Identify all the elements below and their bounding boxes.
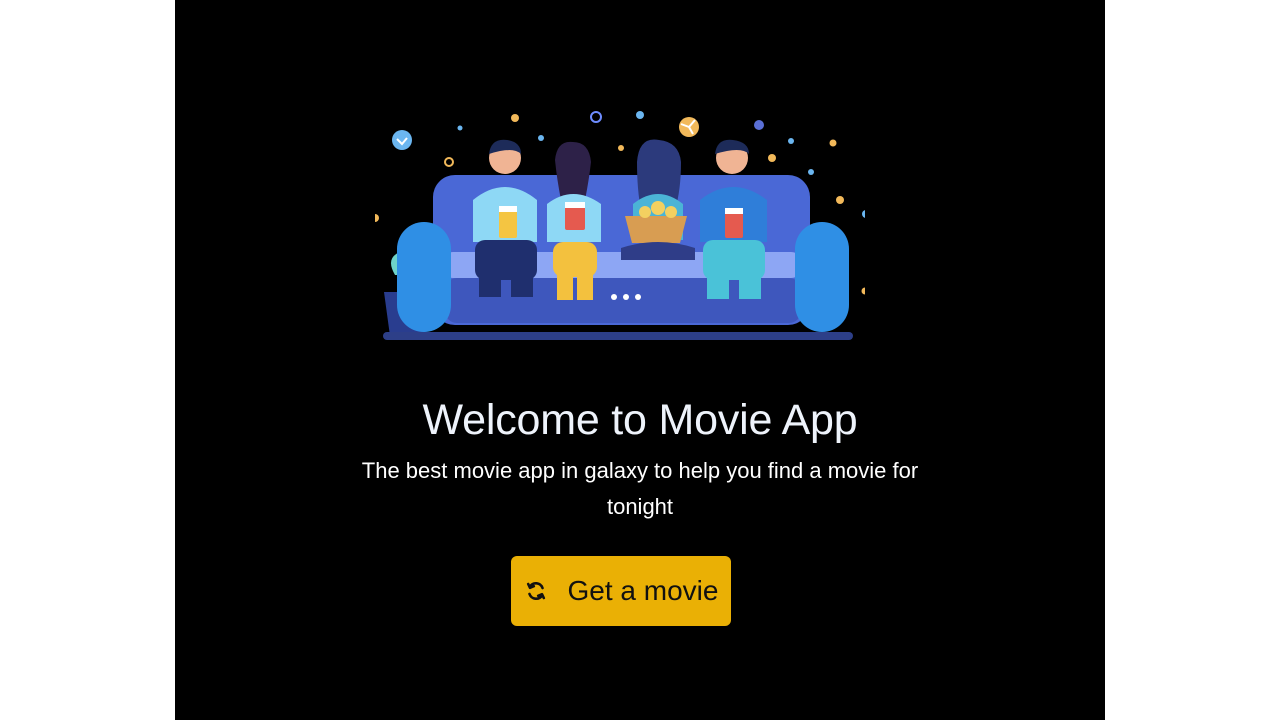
friends-watching-movie-illustration [375, 111, 865, 340]
app-viewport: Welcome to Movie App The best movie app … [175, 0, 1105, 720]
person-1 [473, 139, 537, 297]
get-movie-label: Get a movie [567, 575, 719, 606]
get-movie-button[interactable]: Get a movie [511, 556, 731, 626]
refresh-icon [526, 582, 545, 600]
sofa [383, 175, 853, 340]
page-title: Welcome to Movie App [422, 396, 858, 444]
person-4 [700, 139, 767, 299]
page-subtitle: The best movie app in galaxy to help you… [361, 458, 919, 519]
